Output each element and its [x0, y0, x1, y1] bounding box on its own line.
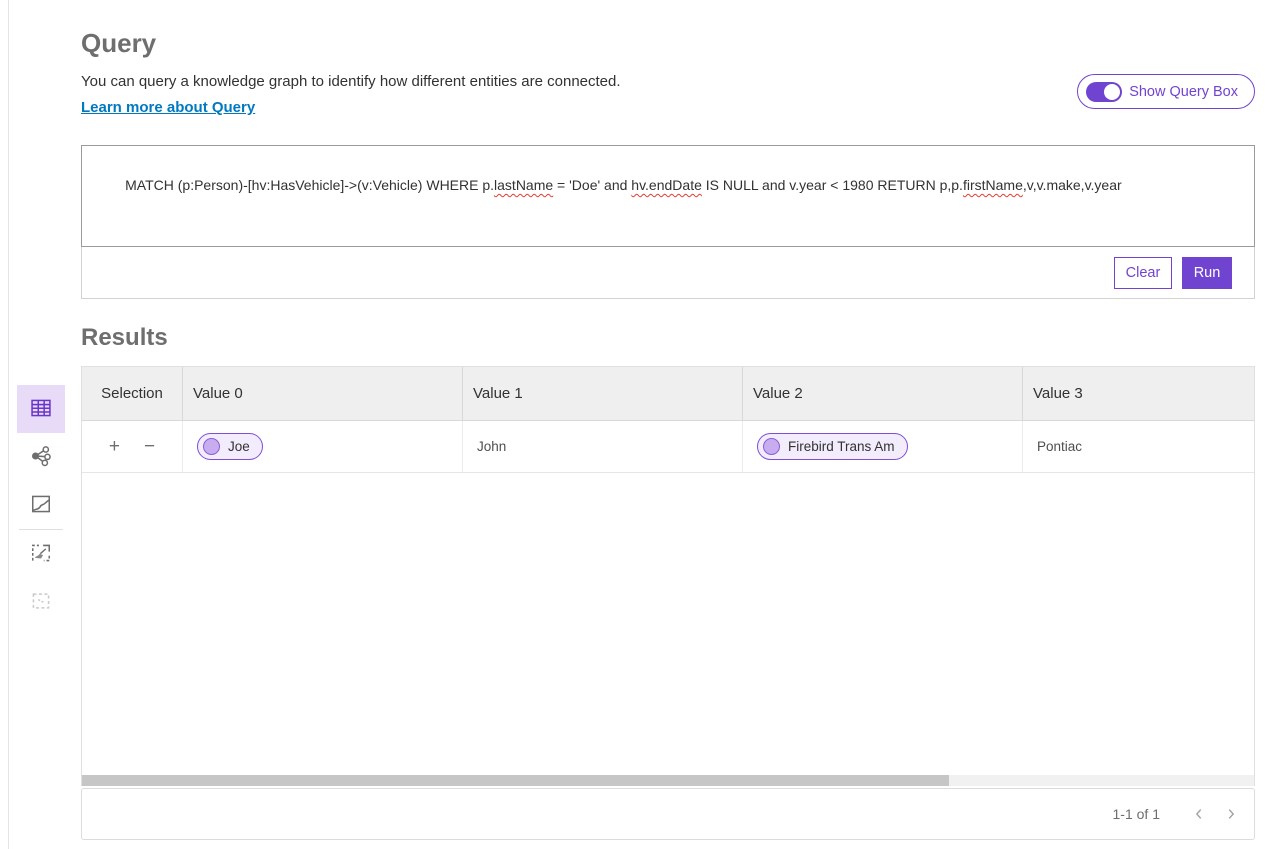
cell-value2: Firebird Trans Am — [742, 421, 1022, 472]
scrollbar-thumb[interactable] — [82, 775, 949, 786]
query-input[interactable]: MATCH (p:Person)-[hv:HasVehicle]->(v:Veh… — [81, 145, 1255, 247]
column-header-value0: Value 0 — [182, 367, 462, 420]
column-header-value1: Value 1 — [462, 367, 742, 420]
pagination-label: 1-1 of 1 — [1113, 806, 1160, 822]
horizontal-scrollbar[interactable] — [82, 775, 1254, 786]
entity-dot-icon — [203, 438, 220, 455]
table-row: + − Joe John Firebird Trans Am Pont — [82, 421, 1254, 473]
table-empty-area — [82, 473, 1254, 775]
query-actions: Clear Run — [81, 247, 1255, 299]
entity-dot-icon — [763, 438, 780, 455]
pagination-bar: 1-1 of 1 — [81, 788, 1255, 840]
main-content: Query You can query a knowledge graph to… — [81, 0, 1255, 840]
learn-more-link[interactable]: Learn more about Query — [81, 99, 255, 116]
view-sidebar — [17, 385, 65, 626]
results-table: Selection Value 0 Value 1 Value 2 Value … — [81, 366, 1255, 786]
next-page-button[interactable] — [1216, 799, 1246, 829]
toggle-label: Show Query Box — [1129, 84, 1238, 100]
entity-label: Firebird Trans Am — [788, 439, 895, 454]
column-header-value2: Value 2 — [742, 367, 1022, 420]
resize-handle[interactable] — [1240, 232, 1252, 244]
sidebar-item-selection-tool — [17, 578, 65, 626]
entity-label: Joe — [228, 439, 250, 454]
panel-divider — [8, 0, 9, 849]
map-icon — [30, 493, 52, 518]
column-header-selection: Selection — [82, 367, 182, 420]
cell-value1: John — [462, 421, 742, 472]
sidebar-item-table-view[interactable] — [17, 385, 65, 433]
clear-button[interactable]: Clear — [1114, 257, 1172, 289]
entity-pill[interactable]: Firebird Trans Am — [757, 433, 908, 460]
cell-value3: Pontiac — [1022, 421, 1254, 472]
previous-page-button[interactable] — [1184, 799, 1214, 829]
link-chart-icon — [30, 445, 52, 470]
selection-marquee-icon — [30, 590, 52, 615]
cell-value0: Joe — [182, 421, 462, 472]
results-title: Results — [81, 323, 1255, 353]
run-button[interactable]: Run — [1182, 257, 1232, 289]
sidebar-item-map-view[interactable] — [17, 481, 65, 529]
table-icon — [30, 397, 52, 422]
add-to-map-icon — [30, 542, 52, 567]
add-to-selection-button[interactable]: + — [105, 435, 124, 458]
toggle-switch-icon — [1086, 82, 1122, 102]
column-header-value3: Value 3 — [1022, 367, 1254, 420]
remove-from-selection-button[interactable]: − — [140, 435, 159, 458]
show-query-box-toggle[interactable]: Show Query Box — [1077, 74, 1255, 109]
query-page: Query You can query a knowledge graph to… — [0, 0, 1265, 849]
page-title: Query — [81, 26, 1255, 60]
entity-pill[interactable]: Joe — [197, 433, 263, 460]
table-header-row: Selection Value 0 Value 1 Value 2 Value … — [82, 367, 1254, 421]
query-panel: MATCH (p:Person)-[hv:HasVehicle]->(v:Veh… — [81, 145, 1255, 299]
cell-selection: + − — [82, 421, 182, 472]
sidebar-item-link-chart-view[interactable] — [17, 433, 65, 481]
sidebar-item-add-to-map[interactable] — [17, 530, 65, 578]
